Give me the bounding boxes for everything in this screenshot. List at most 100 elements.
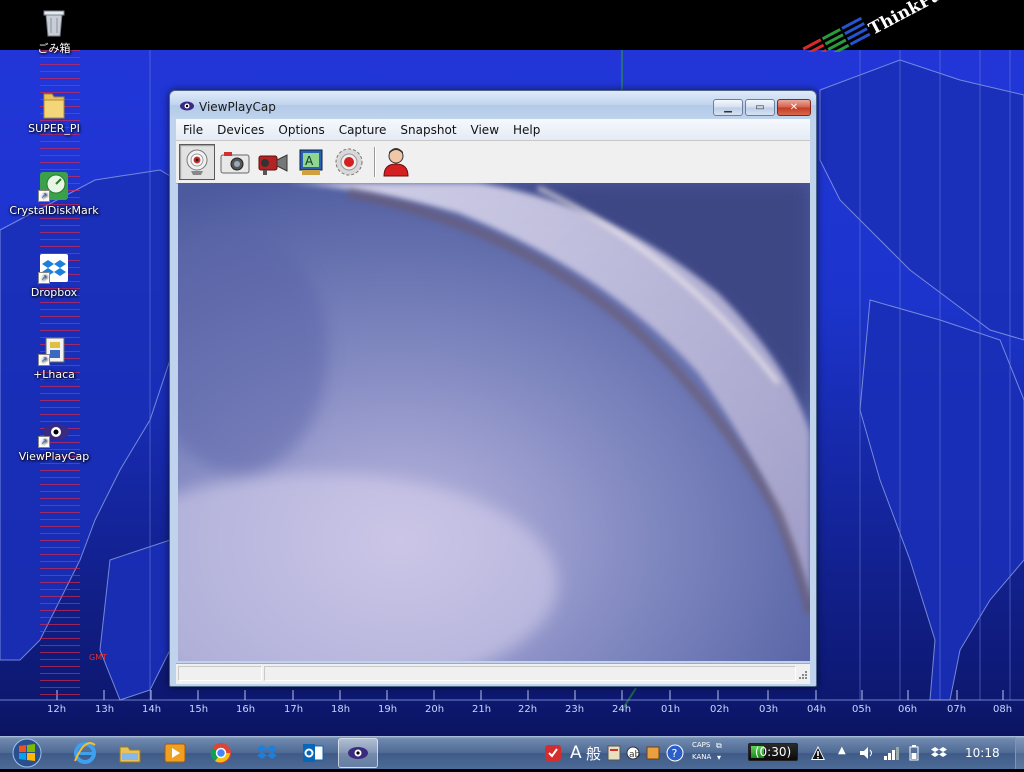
desktop-icon-label: Dropbox [30, 286, 78, 299]
taskbar-chrome[interactable] [201, 738, 241, 768]
battery-gauge[interactable]: (0:30) [748, 743, 798, 761]
timeline-label: 17h [284, 704, 304, 715]
thinkpad-wordmark: ThinkPad [866, 0, 944, 40]
ime-dictionary-icon[interactable] [645, 744, 661, 762]
timeline-label: 08h [993, 704, 1013, 715]
video-preview[interactable] [178, 183, 810, 661]
desktop-icon-lhaca[interactable]: ↗ +Lhaca [4, 334, 104, 381]
status-bar [176, 663, 810, 684]
record-button[interactable] [331, 144, 367, 180]
warning-icon[interactable] [810, 745, 826, 761]
status-pane-2 [264, 666, 796, 681]
menu-bar: File Devices Options Capture Snapshot Vi… [176, 119, 810, 140]
ime-mode-indicator[interactable]: A [570, 743, 582, 763]
menu-view[interactable]: View [464, 123, 506, 137]
ime-restore-icon[interactable]: ⧉ [716, 741, 722, 751]
desktop-icon-crystaldiskmark[interactable]: ↗ CrystalDiskMark [4, 170, 104, 217]
desktop-icon-label: +Lhaca [33, 368, 75, 381]
battery-time: (0:30) [754, 745, 792, 759]
volume-icon[interactable] [858, 745, 876, 761]
lhaca-icon: ↗ [38, 334, 70, 366]
timeline-label: 21h [472, 704, 492, 715]
shortcut-arrow-icon: ↗ [38, 272, 50, 284]
file-explorer-icon [119, 746, 141, 763]
timeline-label: 03h [759, 704, 779, 715]
menu-snapshot[interactable]: Snapshot [393, 123, 463, 137]
outlook-icon [303, 744, 324, 762]
dropbox-tray-icon[interactable] [930, 744, 948, 762]
minimize-icon: ▁ [724, 102, 732, 113]
viewplaycap-icon: ↗ [38, 416, 70, 448]
ime-tools-icon[interactable]: ab [625, 744, 641, 762]
desktop-icon-label: ViewPlayCap [18, 450, 90, 463]
timeline-label: 16h [236, 704, 256, 715]
video-settings-button[interactable]: A [293, 144, 329, 180]
toolbar-separator [374, 147, 376, 177]
shortcut-arrow-icon: ↗ [38, 436, 50, 448]
desktop-icon-label: ごみ箱 [37, 42, 71, 55]
thinkpad-logo: ThinkPad [802, 0, 944, 52]
media-player-icon [164, 743, 186, 763]
desktop-icon-dropbox[interactable]: ↗ Dropbox [4, 252, 104, 299]
resize-grip-icon[interactable] [798, 670, 808, 680]
viewplaycap-window: ViewPlayCap ▁ ▭ ✕ File Devices Options C… [169, 90, 817, 687]
svg-text:ab: ab [629, 750, 641, 760]
taskbar-dropbox[interactable] [247, 738, 287, 768]
ime-pad-icon[interactable] [606, 744, 622, 762]
taskbar-internet-explorer[interactable] [65, 738, 105, 768]
svg-text:A: A [305, 154, 314, 168]
timeline-label: 05h [852, 704, 872, 715]
maximize-icon: ▭ [755, 102, 765, 113]
recycle-bin-icon [38, 6, 70, 38]
user-icon [383, 148, 409, 177]
menu-devices[interactable]: Devices [210, 123, 271, 137]
record-icon [335, 148, 363, 176]
desktop-icon-label: SUPER_PI [28, 122, 80, 135]
security-tray-icon[interactable] [544, 744, 562, 762]
help-icon[interactable]: ? [666, 744, 684, 762]
ime-options-icon[interactable]: ▾ [717, 753, 721, 762]
timeline-label: 18h [331, 704, 351, 715]
preview-button[interactable] [179, 144, 215, 180]
menu-options[interactable]: Options [271, 123, 331, 137]
timeline-label: 19h [378, 704, 398, 715]
close-button[interactable]: ✕ [777, 99, 811, 116]
title-bar[interactable]: ViewPlayCap ▁ ▭ ✕ [170, 91, 816, 119]
desktop-icon-label: CrystalDiskMark [9, 204, 99, 217]
menu-help[interactable]: Help [506, 123, 547, 137]
taskbar-outlook[interactable] [293, 738, 333, 768]
user-button[interactable] [378, 144, 414, 180]
toolbar: A [176, 140, 810, 184]
desktop-icon-viewplaycap[interactable]: ↗ ViewPlayCap [4, 416, 104, 463]
minimize-button[interactable]: ▁ [713, 99, 743, 116]
timeline-label: 04h [807, 704, 827, 715]
desktop-icon-recycle-bin[interactable]: ごみ箱 [4, 6, 104, 56]
snapshot-button[interactable] [217, 144, 253, 180]
menu-file[interactable]: File [176, 123, 210, 137]
maximize-button[interactable]: ▭ [745, 99, 775, 116]
video-capture-button[interactable] [255, 144, 291, 180]
crystaldiskmark-icon: ↗ [38, 170, 70, 202]
taskbar-media-player[interactable] [155, 738, 195, 768]
video-frame [178, 183, 810, 661]
menu-capture[interactable]: Capture [332, 123, 394, 137]
ime-label[interactable]: 般 [586, 743, 601, 764]
timeline-label: 24h [612, 704, 632, 715]
taskbar-viewplaycap[interactable] [338, 738, 378, 768]
internet-explorer-icon [74, 742, 96, 764]
timeline-label: 15h [189, 704, 209, 715]
power-battery-icon[interactable] [907, 744, 921, 762]
timeline-label: 06h [898, 704, 918, 715]
close-icon: ✕ [789, 102, 799, 113]
timeline-label: 23h [565, 704, 585, 715]
clock[interactable]: 10:18 [965, 746, 1000, 760]
shortcut-arrow-icon: ↗ [38, 190, 50, 202]
show-desktop-button[interactable] [1015, 737, 1024, 769]
kana-indicator: KANA [692, 753, 712, 761]
show-hidden-icons-icon[interactable]: ▲ [838, 745, 846, 756]
webcam-preview-icon [186, 149, 208, 175]
start-button[interactable] [7, 737, 47, 769]
desktop-icon-super-pi[interactable]: SUPER_PI [4, 88, 104, 135]
network-signal-icon[interactable] [882, 744, 900, 762]
taskbar-explorer[interactable] [110, 738, 150, 768]
